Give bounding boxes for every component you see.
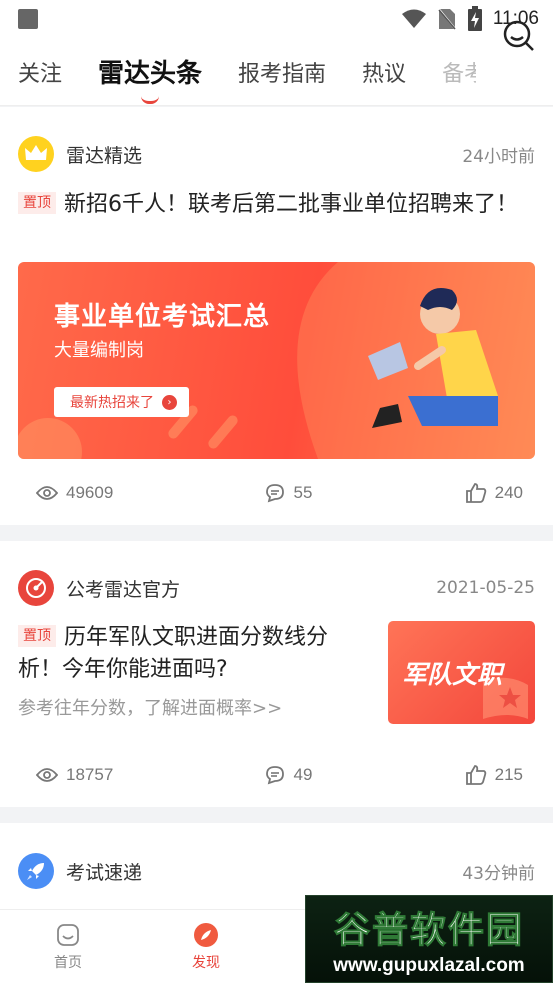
banner-cta-button[interactable]: 最新热招来了 › xyxy=(54,387,189,417)
comment-count-value: 55 xyxy=(293,483,313,502)
article-title-text: 历年军队文职进面分数线分析！今年你能进面吗? xyxy=(18,625,329,682)
watermark-url: www.gupuxlazal.com xyxy=(333,955,525,976)
battery-charging-icon xyxy=(467,6,482,31)
banner-cta-label: 最新热招来了 xyxy=(70,395,154,411)
pinned-badge: 置顶 xyxy=(18,192,56,214)
article-title-text: 新招6千人！联考后第二批事业单位招聘来了！ xyxy=(64,192,518,217)
tab-exam-guide[interactable]: 报考指南 xyxy=(238,56,326,88)
banner-subtitle: 大量编制岗 xyxy=(54,340,144,361)
tab-follow[interactable]: 关注 xyxy=(18,56,62,88)
comment-button[interactable]: 55 xyxy=(265,483,312,503)
eye-icon xyxy=(36,486,58,500)
tab-hot-discussion[interactable]: 热议 xyxy=(362,56,406,88)
view-count: 49609 xyxy=(36,483,113,503)
watermark-title: 谷普软件园 xyxy=(333,910,524,952)
thumbnail-text: 军队文职 xyxy=(402,660,503,689)
tab-radar-headlines-label: 雷达头条 xyxy=(98,59,203,89)
like-button[interactable]: 215 xyxy=(465,765,523,785)
rocket-icon xyxy=(27,863,44,880)
watermark-logo: 谷普软件园 www.gupuxlazal.com xyxy=(305,895,553,983)
comment-count-value: 49 xyxy=(293,765,313,784)
view-count-value: 49609 xyxy=(66,483,114,502)
comment-icon xyxy=(266,766,285,785)
post-time: 2021-05-25 xyxy=(436,578,535,598)
avatar xyxy=(18,136,54,172)
tab-prepare[interactable]: 备考 xyxy=(442,56,476,88)
feed-card-2[interactable]: 公考雷达官方 2021-05-25 置顶 历年军队文职进面分数线分析！今年你能进面… xyxy=(0,541,553,807)
nav-home-label: 首页 xyxy=(54,955,82,971)
post-time: 24小时前 xyxy=(462,146,535,167)
view-count: 18757 xyxy=(36,765,113,785)
crown-icon xyxy=(25,145,47,160)
thumbs-up-icon xyxy=(465,483,486,503)
banner-title: 事业单位考试汇总 xyxy=(54,302,271,332)
home-icon xyxy=(57,924,79,946)
tab-radar-headlines[interactable]: 雷达头条 xyxy=(98,53,203,104)
active-tab-indicator xyxy=(141,96,160,104)
discover-icon xyxy=(194,923,218,947)
like-count-value: 215 xyxy=(494,765,523,784)
thumbs-up-icon xyxy=(465,765,486,785)
avatar xyxy=(18,853,54,889)
source-name: 雷达精选 xyxy=(66,144,143,167)
view-count-value: 18757 xyxy=(66,765,114,784)
article-thumbnail[interactable]: 军队文职 xyxy=(388,621,535,724)
wifi-icon xyxy=(401,9,426,28)
like-button[interactable]: 240 xyxy=(465,483,523,503)
radar-icon xyxy=(26,578,46,598)
chevron-right-icon: › xyxy=(162,394,177,410)
no-sim-icon xyxy=(437,7,457,31)
post-time: 43分钟前 xyxy=(462,863,535,884)
search-icon[interactable] xyxy=(501,18,535,52)
feed-card-1[interactable]: 雷达精选 24小时前 置顶 新招6千人！联考后第二批事业单位招聘来了！ 事业单位考… xyxy=(0,107,553,525)
article-title[interactable]: 置顶 历年军队文职进面分数线分析！今年你能进面吗? xyxy=(18,622,363,686)
status-bar: 11:06 xyxy=(0,0,553,38)
comment-icon xyxy=(266,484,285,503)
pinned-badge: 置顶 xyxy=(18,625,56,647)
top-tab-bar: 关注 雷达头条 报考指南 热议 备考 xyxy=(0,38,553,106)
nav-discover[interactable]: 发现 xyxy=(156,910,256,983)
person-illustration xyxy=(368,288,498,428)
eye-icon xyxy=(36,768,58,782)
nav-discover-label: 发现 xyxy=(192,955,220,971)
nav-home[interactable]: 首页 xyxy=(18,910,118,983)
source-name: 考试速递 xyxy=(66,861,143,884)
notification-icon xyxy=(18,9,38,29)
comment-button[interactable]: 49 xyxy=(265,765,312,785)
like-count-value: 240 xyxy=(494,483,523,502)
article-banner[interactable]: 事业单位考试汇总 大量编制岗 最新热招来了 › xyxy=(18,262,535,459)
avatar xyxy=(18,570,54,606)
source-name: 公考雷达官方 xyxy=(66,578,181,601)
article-title[interactable]: 置顶 新招6千人！联考后第二批事业单位招聘来了！ xyxy=(18,189,518,221)
article-description: 参考往年分数，了解进面概率>> xyxy=(18,698,283,719)
